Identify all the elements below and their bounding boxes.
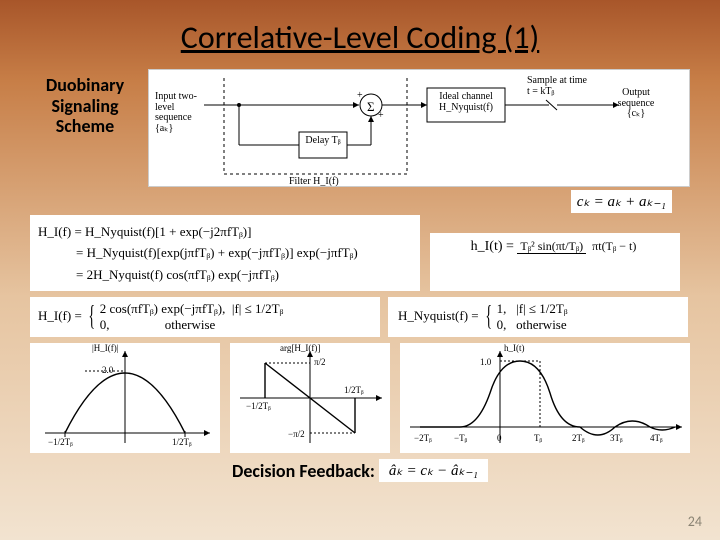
- eq-hnyq-lhs: H_Nyquist(f) =: [398, 308, 482, 323]
- eq-hnyq-cond1: |f| ≤ 1/2Tᵦ: [516, 301, 567, 316]
- eq-ht-frac: Tᵦ² sin(πt/Tᵦ) πt(Tᵦ − t): [517, 240, 639, 253]
- plot-impulse: h_I(t) 1.0 −2Tᵦ −Tᵦ 0 Tᵦ 2Tᵦ 3Tᵦ 4Tᵦ: [400, 343, 690, 453]
- plot1-xright: 1/2Tᵦ: [172, 437, 192, 447]
- plot2-ybot: −π/2: [288, 429, 305, 439]
- diagram-svg: [149, 70, 669, 188]
- plot3-tick-0: −2Tᵦ: [414, 433, 432, 443]
- sample-label: Sample at time t = kTᵦ: [527, 76, 587, 97]
- eq-h1-cond2: otherwise: [165, 317, 216, 332]
- sigma-label: Σ: [367, 99, 375, 115]
- plot3-tick-1: −Tᵦ: [454, 433, 467, 443]
- block-diagram: Input two-level sequence {aₖ}: [148, 69, 690, 187]
- eq-h1-cond1: |f| ≤ 1/2Tᵦ: [232, 301, 283, 316]
- plot2-ylabel: arg[H_I(f)]: [280, 343, 320, 353]
- eq-h1-block: H_I(f) = { 2 cos(πfTᵦ) exp(−jπfTᵦ), |f| …: [30, 297, 380, 337]
- plot2-xleft: −1/2Tᵦ: [246, 401, 271, 411]
- plus-top: +: [357, 90, 363, 101]
- brace-icon: {: [88, 301, 95, 333]
- eq-ht-num: Tᵦ² sin(πt/Tᵦ): [517, 239, 586, 254]
- plot3-tick-5: 3Tᵦ: [610, 433, 623, 443]
- eq-ht-block: h_I(t) = Tᵦ² sin(πt/Tᵦ) πt(Tᵦ − t): [430, 233, 680, 291]
- plot3-tick-6: 4Tᵦ: [650, 433, 663, 443]
- eq-hf-line3: = 2H_Nyquist(f) cos(πfTᵦ) exp(−jπfTᵦ): [38, 264, 412, 285]
- plus-bot: +: [378, 110, 384, 121]
- plot2-xright: 1/2Tᵦ: [344, 385, 364, 395]
- eq-hf-block: H_I(f) = H_Nyquist(f)[1 + exp(−j2πfTᵦ)] …: [30, 215, 420, 291]
- scheme-label: Duobinary Signaling Scheme: [30, 75, 140, 137]
- eq-row-3: H_I(f) = { 2 cos(πfTᵦ) exp(−jπfTᵦ), |f| …: [30, 297, 690, 337]
- eq-hnyq-block: H_Nyquist(f) = { 1, |f| ≤ 1/2Tᵦ 0, other…: [388, 297, 688, 337]
- eq-hnyq-cond2: otherwise: [516, 317, 567, 332]
- plot-magnitude: |H_I(f)| 2.0 −1/2Tᵦ 1/2Tᵦ: [30, 343, 220, 453]
- eq-hnyq-case1: 1,: [497, 301, 507, 316]
- slide: Correlative-Level Coding (1) Duobinary S…: [0, 0, 720, 492]
- eq-h1-case1: 2 cos(πfTᵦ) exp(−jπfTᵦ),: [100, 301, 226, 316]
- diagram-input-label: Input two-level sequence {aₖ}: [155, 92, 205, 134]
- plot2-ytop: π/2: [314, 357, 326, 367]
- eq-ht-lhs: h_I(t) =: [471, 239, 518, 254]
- eq-ck: cₖ = aₖ + aₖ₋₁: [571, 190, 672, 213]
- page-title: Correlative-Level Coding (1): [30, 18, 690, 57]
- page-number: 24: [688, 513, 702, 530]
- top-row: Duobinary Signaling Scheme Input two-lev…: [30, 69, 690, 187]
- eq-hnyq-case2: 0,: [497, 317, 507, 332]
- plot1-ylabel: |H_I(f)|: [92, 343, 119, 353]
- delay-label: Delay Tᵦ: [305, 136, 341, 147]
- eq-decision-feedback: âₖ = cₖ − âₖ₋₁: [379, 459, 488, 482]
- plot3-tick-3: Tᵦ: [534, 433, 542, 443]
- eq-hf-line2: = H_Nyquist(f)[exp(jπfTᵦ) + exp(−jπfTᵦ)]…: [38, 242, 412, 263]
- output-label: Output sequence {cₖ}: [609, 88, 663, 120]
- footer-row: Decision Feedback: âₖ = cₖ − âₖ₋₁: [30, 459, 690, 482]
- plot1-ymax: 2.0: [102, 365, 113, 375]
- decision-feedback-label: Decision Feedback:: [232, 460, 375, 482]
- plot-phase: arg[H_I(f)] π/2 −π/2 −1/2Tᵦ 1/2Tᵦ: [230, 343, 390, 453]
- plots-row: |H_I(f)| 2.0 −1/2Tᵦ 1/2Tᵦ arg[H_I(f)] π/…: [30, 343, 690, 453]
- brace-icon: {: [485, 301, 492, 333]
- eq-h1-case2: 0,: [100, 317, 110, 332]
- eq-ht-den: πt(Tᵦ − t): [589, 239, 639, 253]
- plot3-ymax: 1.0: [480, 357, 491, 367]
- eq-h1-lhs: H_I(f) =: [38, 308, 85, 323]
- plot3-ylabel: h_I(t): [504, 343, 525, 353]
- plot3-tick-4: 2Tᵦ: [572, 433, 585, 443]
- eq-hf-line1: H_I(f) = H_Nyquist(f)[1 + exp(−j2πfTᵦ)]: [38, 221, 412, 242]
- ideal-channel-label: Ideal channel H_Nyquist(f): [431, 92, 501, 113]
- plot1-xleft: −1/2Tᵦ: [48, 437, 73, 447]
- filter-label: Filter H_I(f): [289, 176, 339, 187]
- plot3-tick-2: 0: [497, 433, 502, 443]
- eq-row-2: H_I(f) = H_Nyquist(f)[1 + exp(−j2πfTᵦ)] …: [30, 215, 690, 291]
